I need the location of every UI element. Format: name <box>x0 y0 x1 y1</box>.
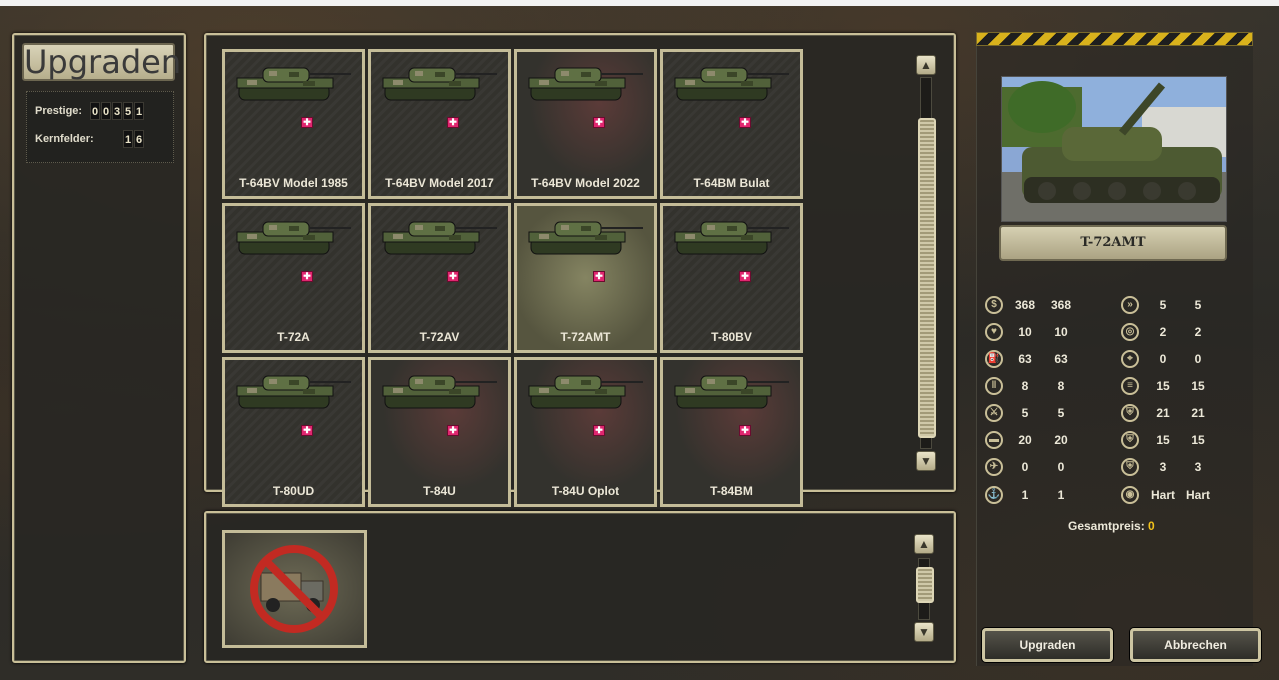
stat-base-value: 2 <box>1159 325 1167 339</box>
no-transport-option[interactable] <box>222 530 367 648</box>
stat-row: ◎ 2 2 <box>0 322 1279 344</box>
stat-row: ◉ Hart Hart <box>0 485 1279 507</box>
stat-base-value: 15 <box>1156 433 1170 447</box>
total-price-label: Gesamtpreis: <box>1068 519 1145 533</box>
stat-new-value: 21 <box>1191 406 1205 420</box>
top-edge <box>0 0 1279 6</box>
unit-card[interactable]: ✚ T-64BV Model 2017 <box>368 49 511 199</box>
close-defense-icon: ⛨ <box>1121 458 1139 476</box>
country-flag-icon: ✚ <box>739 117 751 128</box>
target-type-icon: ◉ <box>1121 486 1139 504</box>
stat-row: ⛨ 15 15 <box>0 430 1279 452</box>
stat-row: ⌖ 0 0 <box>0 349 1279 371</box>
prestige-digit: 5 <box>123 102 133 120</box>
initiative-icon: ≡ <box>1121 377 1139 395</box>
stat-new-value: 15 <box>1191 379 1205 393</box>
stat-new-value: 2 <box>1194 325 1202 339</box>
stat-row: ≡ 15 15 <box>0 376 1279 398</box>
unit-name: T-64BV Model 1985 <box>239 176 348 190</box>
unit-card[interactable]: ✚ T-64BV Model 2022 <box>514 49 657 199</box>
upgrade-button[interactable]: Upgraden <box>982 628 1113 662</box>
country-flag-icon: ✚ <box>301 117 313 128</box>
stat-base-value: 15 <box>1156 379 1170 393</box>
stat-base-value: 3 <box>1159 460 1167 474</box>
prestige-digit: 1 <box>134 102 144 120</box>
unit-name: T-64BV Model 2017 <box>385 176 494 190</box>
stat-row: ⛨ 3 3 <box>0 457 1279 479</box>
transport-scroll-thumb[interactable] <box>916 567 934 603</box>
core-slots-counter: 1 6 <box>123 130 144 148</box>
ground-defense-icon: ⛨ <box>1121 404 1139 422</box>
air-defense-icon: ⛨ <box>1121 431 1139 449</box>
tank-icon <box>236 221 351 255</box>
prestige-counter: 0 0 3 5 1 <box>90 102 144 120</box>
country-flag-icon: ✚ <box>447 117 459 128</box>
country-flag-icon: ✚ <box>447 271 459 282</box>
transport-scrollbar[interactable]: ▲ ▼ <box>914 534 934 642</box>
tank-icon <box>528 67 643 101</box>
page-title: Upgraden <box>22 43 182 81</box>
unit-card[interactable]: ✚ T-64BM Bulat <box>660 49 803 199</box>
tank-icon <box>382 67 497 101</box>
transport-scroll-down-button[interactable]: ▼ <box>914 622 934 642</box>
unit-photo <box>1001 76 1227 222</box>
unit-card[interactable]: ✚ T-64BV Model 1985 <box>222 49 365 199</box>
stat-new-value: 3 <box>1194 460 1202 474</box>
stat-row: ⛨ 21 21 <box>0 403 1279 425</box>
unit-name: T-64BM Bulat <box>693 176 770 190</box>
transport-scroll-track[interactable] <box>916 558 934 620</box>
prestige-digit: 3 <box>112 102 122 120</box>
country-flag-icon: ✚ <box>593 271 605 282</box>
resource-counters: Prestige: 0 0 3 5 1 Kernfelder: 1 6 <box>26 91 174 163</box>
prestige-digit: 0 <box>90 102 100 120</box>
cancel-button[interactable]: Abbrechen <box>1130 628 1261 662</box>
core-digit: 1 <box>123 130 133 148</box>
country-flag-icon: ✚ <box>301 271 313 282</box>
stat-row: » 5 5 <box>0 295 1279 317</box>
tank-icon <box>382 221 497 255</box>
core-digit: 6 <box>134 130 144 148</box>
stat-new-value: 5 <box>1194 298 1202 312</box>
tank-icon <box>674 221 789 255</box>
stat-base-value: 21 <box>1156 406 1170 420</box>
tank-photo-image <box>1002 77 1226 221</box>
unit-name: T-64BV Model 2022 <box>531 176 640 190</box>
range-icon: ⌖ <box>1121 350 1139 368</box>
prestige-label: Prestige: <box>35 105 83 117</box>
stat-new-value: 0 <box>1194 352 1202 366</box>
core-slots-label: Kernfelder: <box>35 133 94 145</box>
movement-icon: » <box>1121 296 1139 314</box>
selected-unit-name: T-72AMT <box>999 225 1227 261</box>
no-transport-icon <box>250 545 338 633</box>
stat-base-value: Hart <box>1150 488 1175 502</box>
stat-new-value: 15 <box>1191 433 1205 447</box>
hazard-stripe <box>976 32 1253 46</box>
stat-new-value: Hart <box>1185 488 1210 502</box>
prestige-digit: 0 <box>101 102 111 120</box>
country-flag-icon: ✚ <box>593 117 605 128</box>
tank-icon <box>528 221 643 255</box>
tank-icon <box>674 67 789 101</box>
total-price: Gesamtpreis: 0 <box>1068 519 1155 533</box>
total-price-value: 0 <box>1148 519 1155 533</box>
tank-icon <box>236 67 351 101</box>
info-panel: Upgraden Prestige: 0 0 3 5 1 Kernfelder:… <box>12 33 186 663</box>
scroll-up-button[interactable]: ▲ <box>916 55 936 75</box>
country-flag-icon: ✚ <box>739 271 751 282</box>
transport-scroll-up-button[interactable]: ▲ <box>914 534 934 554</box>
stat-base-value: 0 <box>1159 352 1167 366</box>
stat-base-value: 5 <box>1159 298 1167 312</box>
spotting-icon: ◎ <box>1121 323 1139 341</box>
